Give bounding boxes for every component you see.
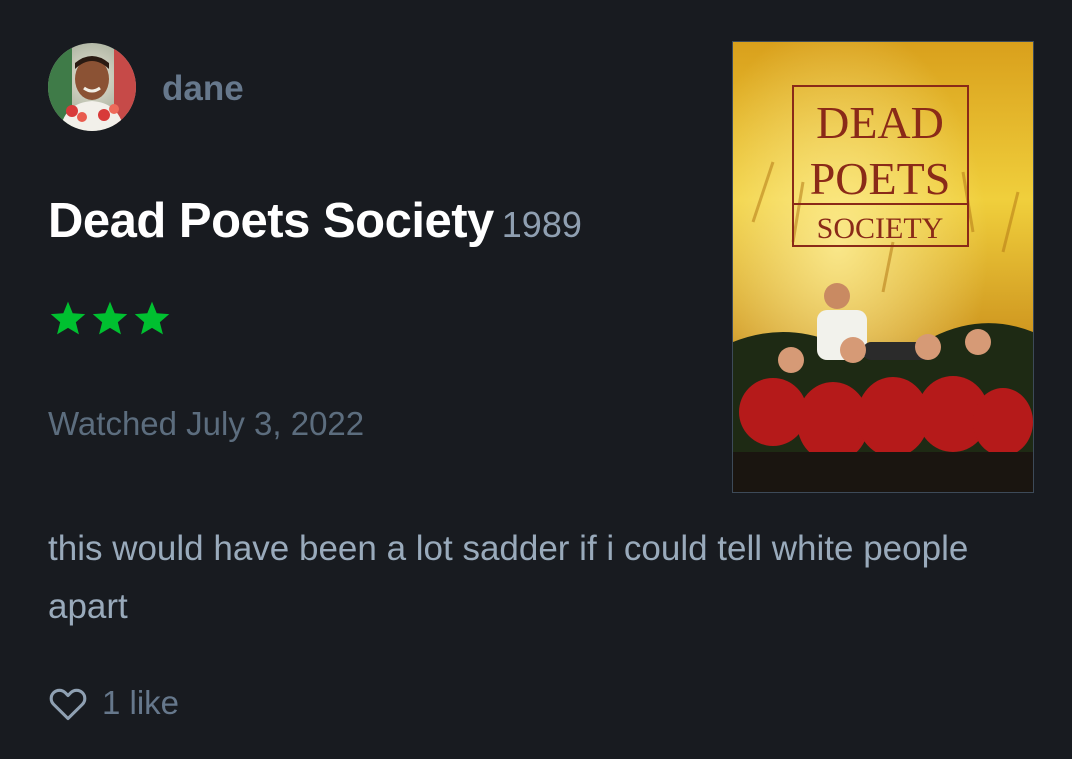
poster-title-line1: DEAD [816,97,944,148]
poster-title-line2: POETS [810,153,951,204]
like-count: 1 like [102,684,180,721]
user-avatar[interactable] [48,43,136,131]
film-poster[interactable]: DEAD POETS SOCIETY [732,41,1034,493]
star-icon [134,301,170,335]
poster-title-line3: SOCIETY [817,212,944,245]
star-icon [50,301,86,335]
review-text: this would have been a lot sadder if i c… [48,529,969,626]
like-button[interactable]: 1 like [48,684,179,722]
film-heading: Dead Poets Society 1989 [48,193,582,249]
star-rating [48,300,172,336]
star-icon [92,301,128,335]
username-link[interactable]: dane [162,68,244,110]
heart-icon [49,688,87,721]
film-year-link[interactable]: 1989 [502,204,582,245]
watched-date: Watched July 3, 2022 [48,405,365,442]
film-title-link[interactable]: Dead Poets Society [48,194,494,248]
